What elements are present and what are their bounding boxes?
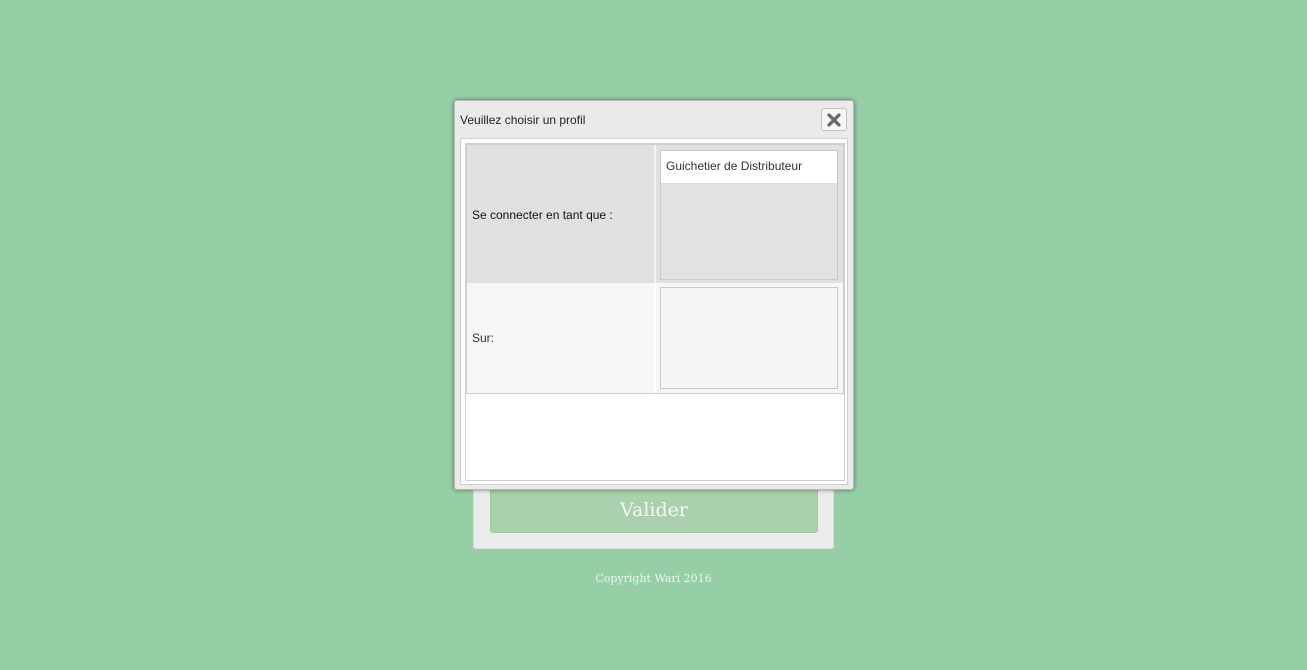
- role-row: Se connecter en tant que : Guichetier de…: [467, 145, 843, 283]
- dialog-header: Veuillez choisir un profil: [455, 101, 853, 137]
- role-listbox[interactable]: Guichetier de Distributeur: [660, 150, 838, 280]
- profile-dialog: Veuillez choisir un profil Se connecter …: [454, 100, 854, 490]
- target-row: Sur:: [467, 283, 843, 393]
- dialog-title: Veuillez choisir un profil: [460, 113, 586, 127]
- column-divider: [654, 283, 656, 393]
- close-button[interactable]: [821, 108, 847, 131]
- profile-form-container: Se connecter en tant que : Guichetier de…: [465, 143, 845, 481]
- close-icon: [827, 113, 841, 127]
- valider-button[interactable]: Valider: [490, 487, 818, 533]
- target-listbox[interactable]: [660, 287, 838, 389]
- role-label: Se connecter en tant que :: [472, 208, 613, 222]
- target-label: Sur:: [472, 331, 495, 345]
- dialog-content: Se connecter en tant que : Guichetier de…: [460, 138, 848, 485]
- profile-form-table: Se connecter en tant que : Guichetier de…: [466, 144, 844, 394]
- role-option[interactable]: Guichetier de Distributeur: [661, 151, 837, 184]
- copyright-text: Copyright Wari 2016: [595, 572, 712, 585]
- column-divider: [654, 145, 656, 283]
